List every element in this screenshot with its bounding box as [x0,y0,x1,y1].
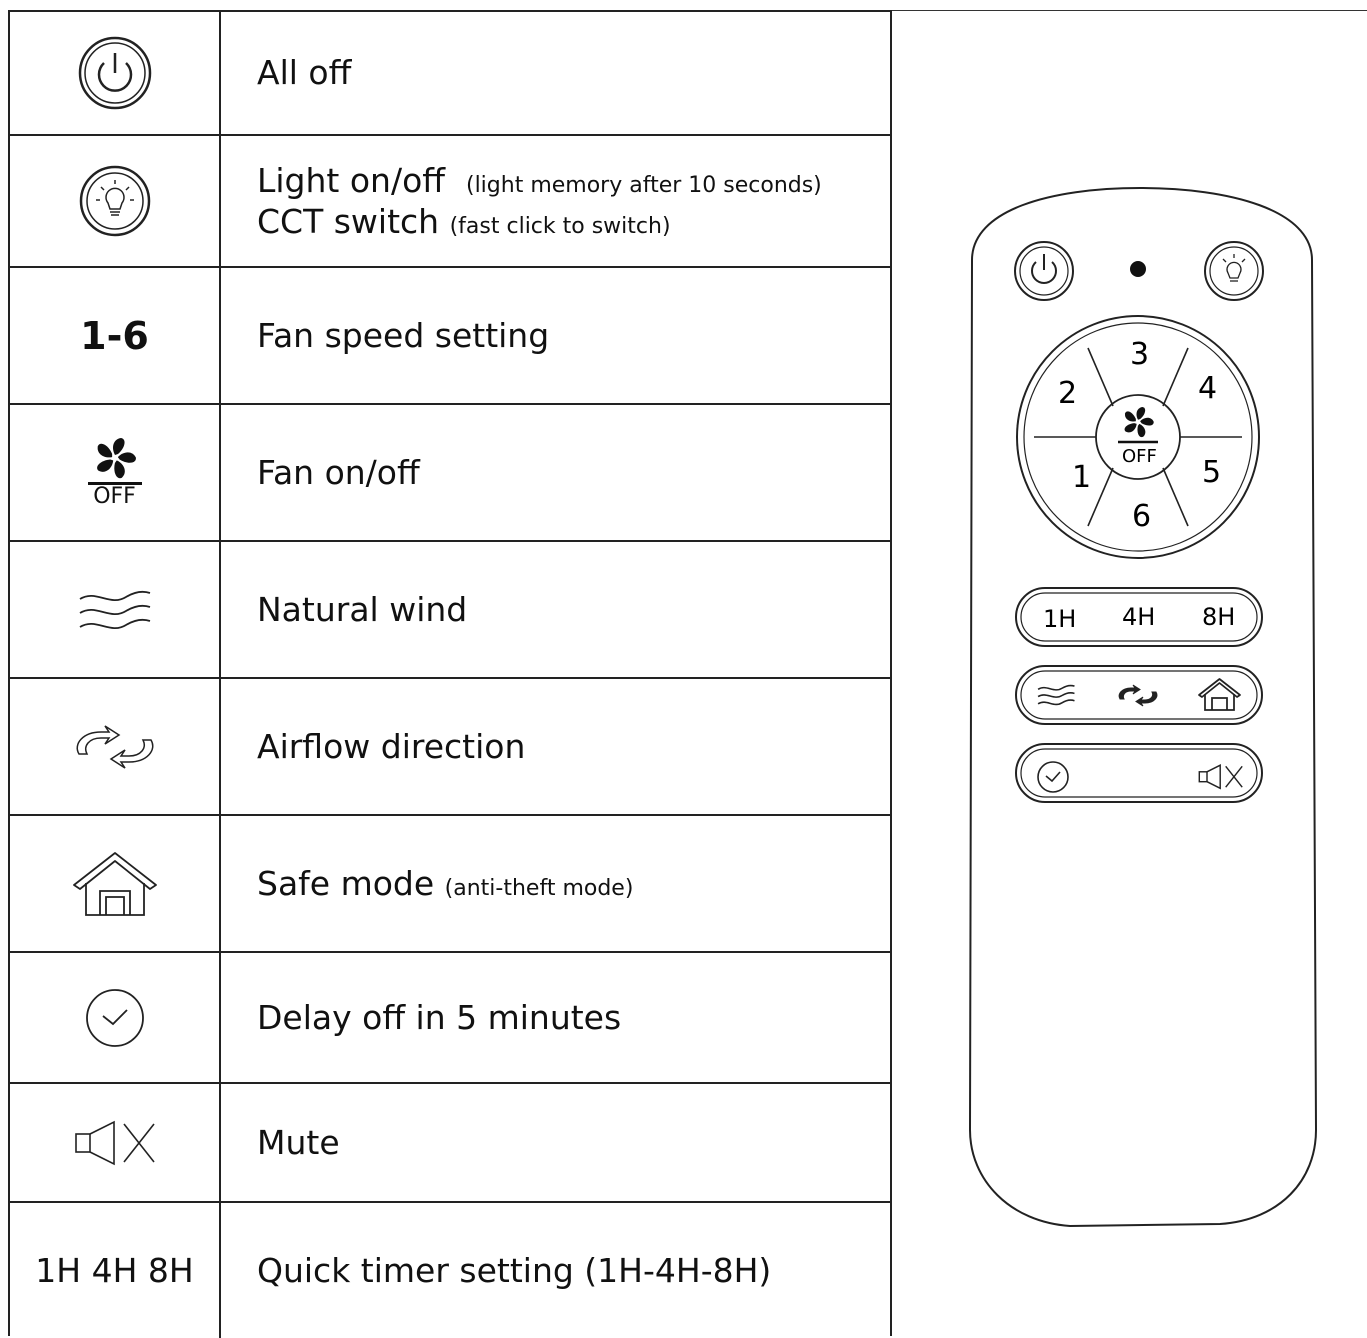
legend-icon-cell [10,542,221,677]
legend-icon-cell: 1-6 [10,268,221,403]
fan-off-label: OFF [1122,446,1157,467]
remote-control-illustration: 1 2 3 4 5 6 OFF 1H 4H 8H [960,180,1330,1240]
speed-range-text: 1-6 [80,313,149,358]
timer-button-8h[interactable]: 8H [1202,603,1235,631]
legend-row-fan-speed: 1-6 Fan speed setting [10,268,890,405]
legend-text-cell: Airflow direction [221,679,890,814]
legend-label: Fan on/off [257,452,420,492]
clock-icon [85,988,144,1047]
legend-label: Fan speed setting [257,315,550,355]
indicator-led [1130,261,1146,277]
legend-label: Mute [257,1122,340,1162]
legend-text-cell: Light on/off (light memory after 10 seco… [221,136,890,266]
legend-icon-cell: 1H 4H 8H [10,1203,221,1338]
legend-label: Quick timer setting (1H-4H-8H) [257,1250,772,1290]
legend-icon-cell [10,953,221,1082]
speed-button-1[interactable]: 1 [1072,460,1091,495]
legend-row-light: Light on/off (light memory after 10 seco… [10,136,890,268]
legend-row-all-off: All off [10,12,890,136]
fan-off-label: OFF [93,484,136,509]
legend-label: Light on/off (light memory after 10 seco… [257,160,890,201]
legend-row-airflow: Airflow direction [10,679,890,816]
legend-label-2: CCT switch (fast click to switch) [257,201,890,242]
legend-text-cell: Delay off in 5 minutes [221,953,890,1082]
speed-button-4[interactable]: 4 [1198,371,1217,406]
legend-row-natural-wind: Natural wind [10,542,890,679]
legend-icon-cell [10,679,221,814]
mute-icon [74,1120,155,1165]
legend-row-quick-timer: 1H 4H 8H Quick timer setting (1H-4H-8H) [10,1203,890,1338]
legend-row-fan-onoff: OFF Fan on/off [10,405,890,542]
speed-button-3[interactable]: 3 [1130,337,1149,372]
legend-text-cell: Safe mode (anti-theft mode) [221,816,890,951]
legend-label: All off [257,53,352,93]
speed-button-2[interactable]: 2 [1058,376,1077,411]
legend-label: Delay off in 5 minutes [257,997,622,1037]
legend-label: Airflow direction [257,726,526,766]
remote-svg: 1 2 3 4 5 6 OFF 1H 4H 8H [968,186,1318,1228]
legend-label-cct: CCT switch [257,202,440,241]
speed-button-6[interactable]: 6 [1132,499,1151,534]
legend-row-safe-mode: Safe mode (anti-theft mode) [10,816,890,953]
airflow-icon [76,724,153,769]
legend-text-cell: Fan on/off [221,405,890,540]
legend-label: Natural wind [257,589,468,629]
button-legend-table: All off Light on/off (light memory after… [8,10,892,1338]
legend-icon-cell: OFF [10,405,221,540]
bulb-icon [79,165,150,237]
fan-off-icon [96,438,136,479]
legend-row-mute: Mute [10,1084,890,1203]
legend-note: (light memory after 10 seconds) [465,172,822,198]
fan-off-symbol: OFF [87,436,142,509]
legend-text-cell: Mute [221,1084,890,1201]
legend-text-cell: Natural wind [221,542,890,677]
legend-label-main: Safe mode [257,863,435,903]
legend-note-2: (fast click to switch) [449,214,671,239]
legend-icon-cell [10,136,221,266]
wind-icon [79,590,150,629]
legend-text-cell: All off [221,12,890,134]
legend-note: (anti-theft mode) [444,875,634,901]
legend-icon-cell [10,12,221,134]
speed-button-5[interactable]: 5 [1202,455,1221,490]
legend-icon-cell [10,1084,221,1201]
power-icon [78,36,151,110]
timer-button-4h[interactable]: 4H [1122,603,1155,631]
timer-button-1h[interactable]: 1H [1043,605,1076,633]
legend-icon-cell [10,816,221,951]
legend-label: Safe mode (anti-theft mode) [257,863,890,904]
legend-text-cell: Fan speed setting [221,268,890,403]
legend-row-delay-off: Delay off in 5 minutes [10,953,890,1084]
legend-label-main: Light on/off [257,160,445,200]
timer-options-text: 1H 4H 8H [35,1251,194,1290]
top-rule [892,10,1367,11]
house-icon [72,851,157,916]
legend-text-cell: Quick timer setting (1H-4H-8H) [221,1203,890,1338]
